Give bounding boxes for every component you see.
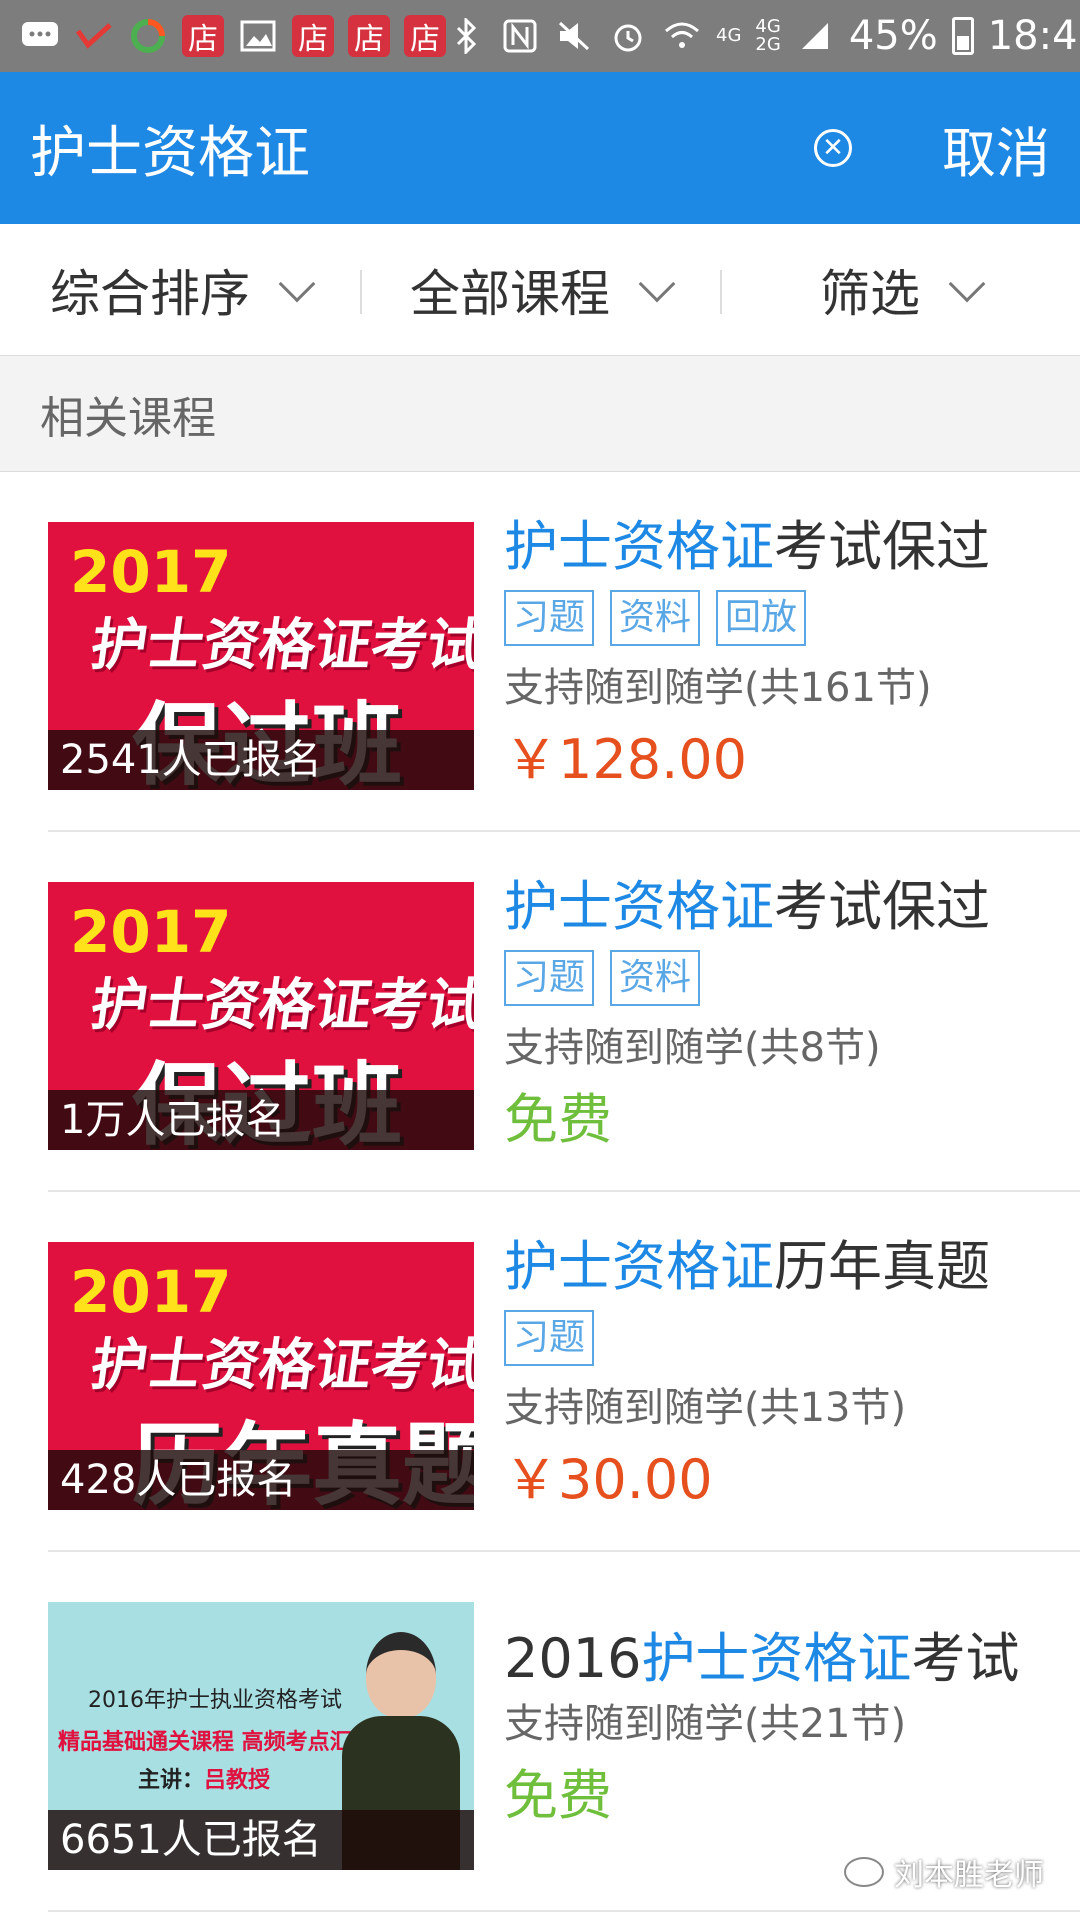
- enrolled-count: 6651人已报名: [48, 1810, 474, 1870]
- thumbnail-year: 2017: [70, 1258, 232, 1326]
- wifi-icon: [662, 16, 702, 56]
- bluetooth-icon: [446, 16, 486, 56]
- shop-app-icon: 店: [348, 15, 390, 57]
- course-meta: 支持随到随学(共161节): [504, 665, 932, 711]
- title-suffix: 历年真题: [774, 1235, 990, 1298]
- chevron-down-icon: [638, 265, 676, 302]
- title-highlight: 护士资格证: [641, 1627, 912, 1690]
- nfc-icon: [500, 16, 540, 56]
- thumbnail-headline: 护士资格证考试: [86, 613, 474, 678]
- course-thumbnail[interactable]: 2017 护士资格证考试 保过班 2541人已报名: [48, 522, 474, 790]
- search-header: 护士资格证 ✕ 取消: [0, 72, 1080, 224]
- title-prefix: 2016: [504, 1627, 642, 1690]
- image-icon: [238, 16, 278, 56]
- course-price: 免费: [504, 1764, 612, 1827]
- filter-label: 综合排序: [50, 264, 250, 323]
- course-meta: 支持随到随学(共8节): [504, 1025, 881, 1071]
- tag-materials: 资料: [610, 590, 701, 646]
- chevron-down-icon: [948, 265, 986, 302]
- title-highlight: 护士资格证: [504, 1235, 774, 1298]
- course-title[interactable]: 2016护士资格证考试: [504, 1624, 1060, 1694]
- thumbnail-headline: 2016年护士执业资格考试: [88, 1688, 342, 1713]
- filter-bar: 综合排序 全部课程 筛选: [0, 224, 1080, 356]
- tag-exercises: 习题: [504, 1310, 595, 1366]
- enrolled-count: 1万人已报名: [48, 1090, 474, 1150]
- enrolled-count: 428人已报名: [48, 1450, 474, 1510]
- thumbnail-subline: 精品基础通关课程 高频考点汇总: [58, 1730, 374, 1755]
- tag-exercises: 习题: [504, 950, 595, 1006]
- screen-filter[interactable]: 筛选: [720, 224, 1080, 355]
- course-thumbnail[interactable]: 2017 护士资格证考试 历年真题 428人已报名: [48, 1242, 474, 1510]
- course-title[interactable]: 护士资格证考试保过: [504, 872, 1060, 942]
- section-title: 相关课程: [0, 356, 1080, 472]
- course-meta: 支持随到随学(共21节): [504, 1701, 907, 1747]
- shop-app-icon: 店: [292, 15, 334, 57]
- alarm-icon: [608, 16, 648, 56]
- course-list: 2017 护士资格证考试 保过班 2541人已报名 护士资格证考试保过 习题 资…: [0, 472, 1080, 1912]
- filter-label: 筛选: [820, 264, 920, 323]
- course-price: ￥128.00: [504, 728, 747, 791]
- course-item[interactable]: 2017 护士资格证考试 历年真题 428人已报名 护士资格证历年真题 习题 支…: [48, 1192, 1080, 1552]
- thumbnail-year: 2017: [70, 538, 232, 606]
- course-item[interactable]: 2017 护士资格证考试 保过班 1万人已报名 护士资格证考试保过 习题 资料 …: [48, 832, 1080, 1192]
- title-highlight: 护士资格证: [504, 875, 774, 938]
- course-title[interactable]: 护士资格证历年真题: [504, 1232, 1060, 1302]
- watermark-text: 刘本胜老师: [894, 1858, 1044, 1893]
- sort-filter[interactable]: 综合排序: [0, 224, 360, 355]
- app-check-icon: [74, 16, 114, 56]
- thumbnail-year: 2017: [70, 898, 232, 966]
- title-suffix: 考试: [911, 1627, 1020, 1690]
- course-price: 免费: [504, 1088, 612, 1151]
- mute-icon: [554, 16, 594, 56]
- course-thumbnail[interactable]: 2017 护士资格证考试 保过班 1万人已报名: [48, 882, 474, 1150]
- course-item[interactable]: 2017 护士资格证考试 保过班 2541人已报名 护士资格证考试保过 习题 资…: [48, 472, 1080, 832]
- course-title[interactable]: 护士资格证考试保过: [504, 512, 1060, 582]
- tag-exercises: 习题: [504, 590, 595, 646]
- title-suffix: 考试保过: [774, 515, 990, 578]
- course-meta: 支持随到随学(共13节): [504, 1385, 907, 1431]
- thumbnail-lecturer: 主讲：吕教授: [138, 1768, 271, 1793]
- course-thumbnail[interactable]: 2016年护士执业资格考试 精品基础通关课程 高频考点汇总 主讲：吕教授 665…: [48, 1602, 474, 1870]
- title-highlight: 护士资格证: [504, 515, 774, 578]
- battery-icon: [951, 17, 974, 55]
- colorful-app-icon: [128, 16, 168, 56]
- tag-replay: 回放: [716, 590, 807, 646]
- watermark: 刘本胜老师: [844, 1850, 1044, 1894]
- message-icon: [20, 16, 60, 56]
- thumbnail-headline: 护士资格证考试: [86, 1333, 474, 1398]
- network-type-dual: 4G 2G: [755, 16, 781, 55]
- search-input[interactable]: 护士资格证: [30, 108, 814, 189]
- category-filter[interactable]: 全部课程: [360, 224, 720, 355]
- thumbnail-headline: 护士资格证考试: [86, 973, 474, 1038]
- title-suffix: 考试保过: [774, 875, 990, 938]
- signal-icon: [795, 16, 835, 56]
- course-price: ￥30.00: [504, 1448, 713, 1511]
- chevron-down-icon: [278, 265, 316, 302]
- tag-materials: 资料: [610, 950, 701, 1006]
- clock: 18:49: [987, 13, 1080, 59]
- enrolled-count: 2541人已报名: [48, 730, 474, 790]
- shop-app-icon: 店: [182, 15, 224, 57]
- filter-label: 全部课程: [410, 264, 610, 323]
- clear-search-icon[interactable]: ✕: [814, 129, 852, 167]
- cancel-button[interactable]: 取消: [942, 109, 1050, 188]
- status-bar: 店 店 店 店 4G 4G 2G 45% 18:4: [0, 0, 1080, 72]
- wechat-icon: [844, 1857, 884, 1887]
- shop-app-icon: 店: [404, 15, 446, 57]
- battery-percent: 45%: [848, 13, 938, 59]
- network-type: 4G: [716, 25, 742, 46]
